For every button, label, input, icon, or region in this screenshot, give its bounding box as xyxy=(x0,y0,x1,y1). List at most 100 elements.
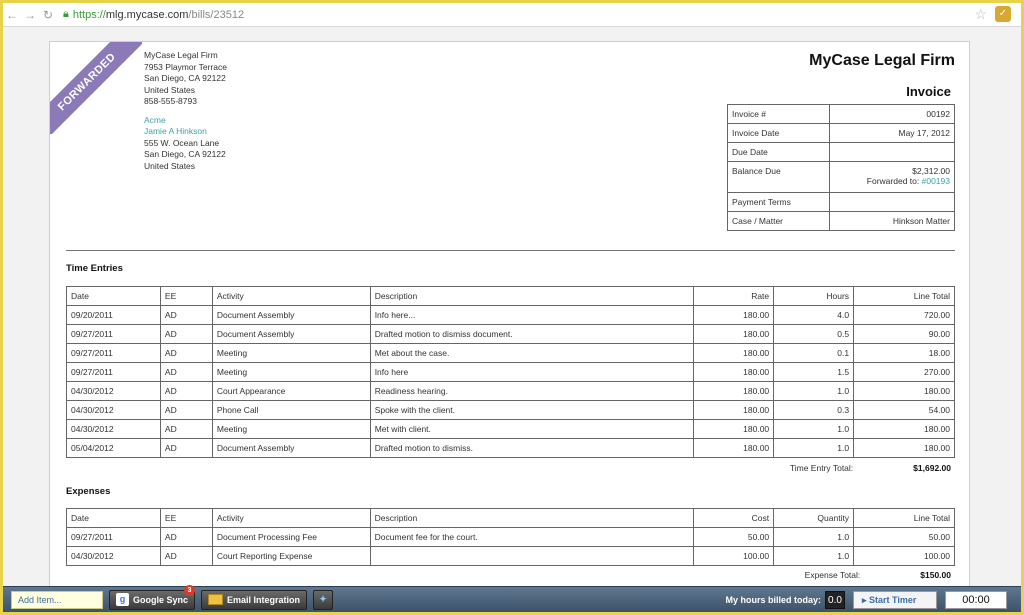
firm-phone: 858-555-8793 xyxy=(144,96,197,106)
meta-label: Due Date xyxy=(727,142,830,162)
column-header: EE xyxy=(159,508,213,528)
table-header-row: Date EE Activity Description Cost Quantity Lin… xyxy=(66,508,955,528)
back-icon[interactable]: ← xyxy=(3,6,21,24)
column-header: Description xyxy=(369,286,695,306)
table-cell: 180.00 xyxy=(693,400,775,420)
client-contact-link[interactable]: Jamie A Hinkson xyxy=(144,126,227,138)
balance-cell: $2,312.00 Forwarded to: #00193 xyxy=(829,161,955,193)
meta-label: Invoice # xyxy=(727,104,830,124)
add-item-input[interactable]: Add Item... xyxy=(11,590,103,609)
table-cell: Drafted motion to dismiss document. xyxy=(369,324,695,344)
column-header: Date xyxy=(66,508,161,528)
table-row: 09/27/2011 AD Document Assembly Drafted mot… xyxy=(66,324,955,344)
table-cell: AD xyxy=(159,343,213,363)
table-cell: AD xyxy=(159,419,213,439)
column-header: Cost xyxy=(693,508,775,528)
table-cell: 180.00 xyxy=(693,381,775,401)
column-header: Date xyxy=(66,286,161,306)
table-cell: 1.5 xyxy=(773,362,855,382)
invoice-number: 00192 xyxy=(829,104,955,124)
table-cell: 05/04/2012 xyxy=(66,438,161,458)
table-cell: 180.00 xyxy=(853,438,955,458)
client-address-line: San Diego, CA 92122 xyxy=(144,149,226,159)
forwarded-invoice-link[interactable]: #00193 xyxy=(922,176,950,186)
table-cell: 50.00 xyxy=(693,527,775,547)
table-cell: Document Assembly xyxy=(211,305,371,325)
table-cell: Drafted motion to dismiss. xyxy=(369,438,695,458)
table-cell: Meeting xyxy=(211,419,371,439)
column-header: Hours xyxy=(773,286,855,306)
table-row: 04/30/2012 AD Court Reporting Expense 100.0… xyxy=(66,546,955,566)
invoice-meta-table: Invoice # 00192 Invoice Date May 17, 201… xyxy=(727,104,955,231)
url-scheme: https:// xyxy=(72,8,106,21)
meta-label: Case / Matter xyxy=(727,211,830,231)
table-cell: 1.0 xyxy=(773,438,855,458)
meta-row: Due Date xyxy=(727,142,955,162)
table-cell: AD xyxy=(159,305,213,325)
table-row: 04/30/2012 AD Meeting Met with client. 180.0… xyxy=(66,419,955,439)
table-cell: Document Assembly xyxy=(211,324,371,344)
table-cell: 720.00 xyxy=(853,305,955,325)
time-entry-total-label: Time Entry Total: xyxy=(789,463,854,473)
client-address-line: United States xyxy=(144,160,196,171)
table-cell: 0.3 xyxy=(773,400,855,420)
table-cell: 04/30/2012 xyxy=(66,400,161,420)
table-cell: 04/30/2012 xyxy=(66,381,161,401)
invoice-document: FORWARDED MyCase Legal Firm 7953 Playmor… xyxy=(49,41,970,601)
table-cell: 1.0 xyxy=(773,546,855,566)
column-header: Quantity xyxy=(773,508,855,528)
email-integration-button[interactable]: Email Integration xyxy=(201,589,308,610)
time-entries-heading: Time Entries xyxy=(66,263,123,274)
time-entries-table: Date EE Activity Description Rate Hours Line T… xyxy=(66,286,955,458)
start-timer-button[interactable]: ▸ Start Timer xyxy=(853,590,937,609)
google-sync-button[interactable]: g Google Sync 3 xyxy=(109,584,196,610)
table-cell: 4.0 xyxy=(773,305,855,325)
due-date xyxy=(829,142,955,162)
table-cell: 270.00 xyxy=(853,362,955,382)
table-cell: 50.00 xyxy=(853,527,955,547)
table-cell: Readiness hearing. xyxy=(369,381,695,401)
bookmark-star-icon[interactable]: ☆ xyxy=(974,6,987,23)
meta-label: Invoice Date xyxy=(727,123,830,143)
table-cell xyxy=(369,546,695,566)
table-row: 09/27/2011 AD Document Processing Fee Docum… xyxy=(66,527,955,547)
table-cell: Phone Call xyxy=(211,400,371,420)
case-matter: Hinkson Matter xyxy=(829,211,955,231)
table-cell: Document fee for the court. xyxy=(369,527,695,547)
address-bar[interactable]: 🔒︎ https:// mlg.mycase.com /bills/23512 xyxy=(63,8,244,21)
ribbon-label: FORWARDED xyxy=(50,42,142,134)
table-row: 04/30/2012 AD Phone Call Spoke with the cli… xyxy=(66,400,955,420)
table-cell: Court Reporting Expense xyxy=(211,546,371,566)
firm-address-line: United States xyxy=(144,84,196,95)
envelope-icon xyxy=(208,594,224,605)
table-cell: 180.00 xyxy=(693,305,775,325)
client-company-link[interactable]: Acme xyxy=(144,115,227,127)
firm-title: MyCase Legal Firm xyxy=(809,52,955,69)
url-host: mlg.mycase.com xyxy=(105,8,189,21)
lock-icon: 🔒︎ xyxy=(63,8,69,20)
invoice-date: May 17, 2012 xyxy=(829,123,955,143)
firm-address-line: 7953 Playmor Terrace xyxy=(144,61,227,72)
tools-button[interactable]: ✦ xyxy=(313,589,334,610)
table-cell: 04/30/2012 xyxy=(66,419,161,439)
table-cell: 180.00 xyxy=(693,362,775,382)
table-cell: Info here xyxy=(369,362,695,382)
table-cell: Document Assembly xyxy=(211,438,371,458)
meta-row: Case / Matter Hinkson Matter xyxy=(727,211,955,231)
address-block: MyCase Legal Firm 7953 Playmor Terrace S… xyxy=(144,50,227,172)
table-cell: Meeting xyxy=(211,362,371,382)
table-cell: AD xyxy=(159,324,213,344)
meta-label: Balance Due xyxy=(727,161,830,193)
table-cell: 09/27/2011 xyxy=(66,362,161,382)
table-cell: AD xyxy=(159,362,213,382)
table-cell: AD xyxy=(159,438,213,458)
expense-total-label: Expense Total: xyxy=(804,570,861,580)
expense-total-value: $150.00 xyxy=(920,570,951,580)
invoice-heading: Invoice xyxy=(906,84,951,99)
extension-icon[interactable]: ✓ xyxy=(995,6,1011,22)
forward-icon[interactable]: → xyxy=(21,6,39,24)
forwarded-note: Forwarded to: #00193 xyxy=(834,176,950,186)
reload-icon[interactable]: ↻ xyxy=(39,6,57,24)
timer-display: 00:00 xyxy=(945,590,1007,609)
table-cell: 09/27/2011 xyxy=(66,527,161,547)
